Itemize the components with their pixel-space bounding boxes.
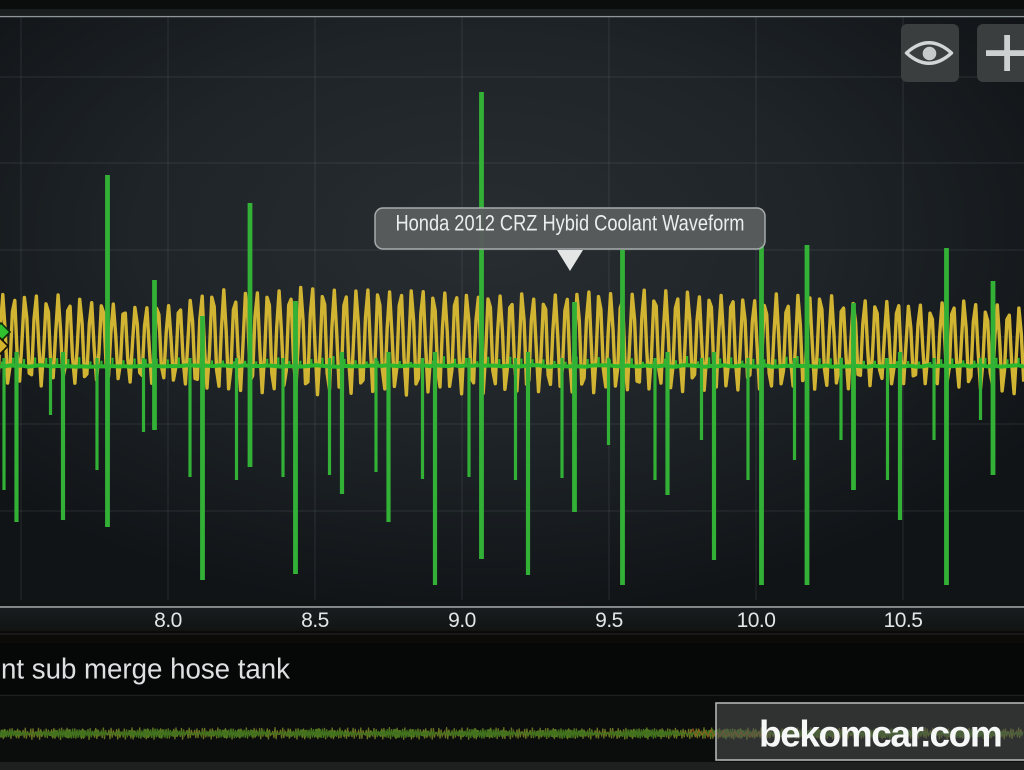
svg-text:8.5: 8.5 [301,609,329,632]
svg-text:8.0: 8.0 [154,609,182,632]
svg-text:10.0: 10.0 [737,609,776,632]
svg-text:9.5: 9.5 [595,609,623,632]
svg-text:Honda 2012 CRZ Hybid Coolant W: Honda 2012 CRZ Hybid Coolant Waveform [396,211,745,236]
svg-text:bekomcar.com: bekomcar.com [759,714,1001,755]
svg-text:9.0: 9.0 [448,609,476,632]
svg-text:10.5: 10.5 [884,609,923,632]
svg-text:nt sub merge hose tank: nt sub merge hose tank [1,654,291,686]
